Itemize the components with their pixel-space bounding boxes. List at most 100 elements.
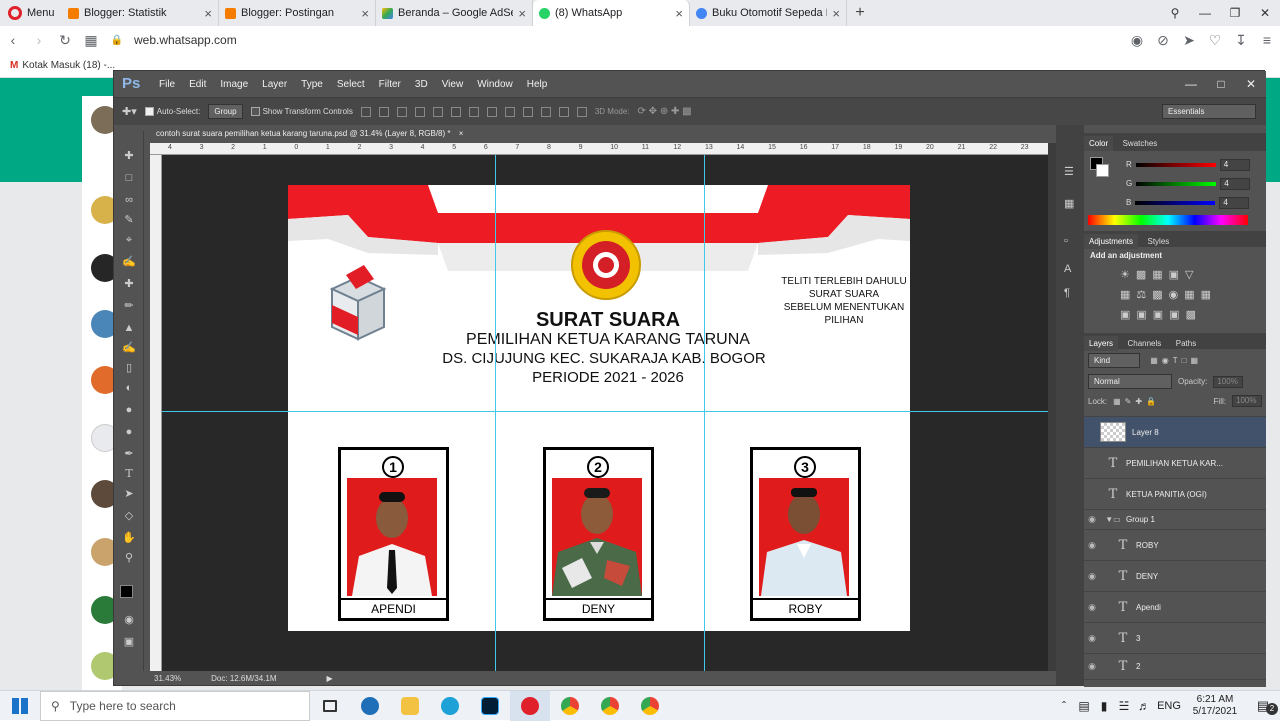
- language-indicator[interactable]: ENG: [1154, 700, 1184, 712]
- distribute-middle-icon[interactable]: [486, 106, 497, 117]
- menu-layer[interactable]: Layer: [255, 79, 294, 90]
- character-icon[interactable]: A: [1064, 263, 1071, 275]
- layer-row[interactable]: ◉ T 2: [1084, 654, 1266, 680]
- document-canvas[interactable]: SURAT SUARA PEMILIHAN KETUA KARANG TARUN…: [288, 185, 910, 631]
- chrome-taskbar-icon[interactable]: [590, 691, 630, 721]
- auto-select-checkbox[interactable]: Auto-Select:: [144, 107, 200, 117]
- tab-adjustments[interactable]: Adjustments: [1084, 234, 1139, 249]
- stamp-tool-icon[interactable]: ▲: [122, 321, 136, 335]
- layer-row[interactable]: ◉ T 3: [1084, 623, 1266, 654]
- layer-row[interactable]: ◉ T Apendi: [1084, 592, 1266, 623]
- eye-icon[interactable]: ◉: [1084, 514, 1100, 525]
- chrome-taskbar-icon[interactable]: [630, 691, 670, 721]
- task-view-icon[interactable]: [310, 691, 350, 721]
- close-tab-icon[interactable]: ×: [204, 6, 212, 21]
- marquee-tool-icon[interactable]: □: [122, 171, 136, 185]
- opacity-field[interactable]: 100%: [1213, 375, 1244, 388]
- document-tab[interactable]: contoh surat suara pemilihan ketua karan…: [150, 125, 512, 143]
- bucket-tool-icon[interactable]: ◐: [122, 381, 136, 395]
- guide-vertical[interactable]: [495, 155, 496, 671]
- background-color-swatch[interactable]: [1096, 164, 1109, 177]
- tab-swatches[interactable]: Swatches: [1118, 136, 1163, 151]
- distribute-right-icon[interactable]: [558, 106, 569, 117]
- browser-tab[interactable]: Buku Otomotif Sepeda Mo... ×: [690, 0, 847, 26]
- browser-tab-active[interactable]: (8) WhatsApp ×: [533, 0, 690, 26]
- close-tab-icon[interactable]: ×: [361, 6, 369, 21]
- history-brush-tool-icon[interactable]: ✍: [122, 341, 136, 355]
- hand-tool-icon[interactable]: ✋: [122, 531, 136, 545]
- tab-layers[interactable]: Layers: [1084, 336, 1119, 351]
- menu-help[interactable]: Help: [520, 79, 555, 90]
- blend-mode-dropdown[interactable]: Normal: [1088, 374, 1172, 389]
- taskbar-search[interactable]: ⚲ Type here to search: [40, 690, 310, 721]
- network-icon[interactable]: ▤: [1074, 699, 1094, 713]
- layer-row[interactable]: Layer 8: [1084, 417, 1266, 448]
- green-slider[interactable]: G4: [1126, 174, 1266, 193]
- tab-styles[interactable]: Styles: [1142, 234, 1174, 249]
- guide-vertical[interactable]: [704, 155, 705, 671]
- forward-icon[interactable]: ›: [26, 32, 52, 48]
- candidate-card[interactable]: 1 APENDI: [338, 447, 449, 621]
- candidate-card[interactable]: 3 ROBY: [750, 447, 861, 621]
- opera-menu-button[interactable]: Menu: [0, 0, 62, 26]
- reload-icon[interactable]: ↻: [52, 32, 78, 49]
- 3d-tools-icon[interactable]: ⟳ ✥ ⊕ ✚ ▩: [638, 106, 692, 117]
- tab-color[interactable]: Color: [1084, 136, 1114, 151]
- chrome-taskbar-icon[interactable]: [550, 691, 590, 721]
- quick-mask-icon[interactable]: ◉: [122, 613, 136, 627]
- path-select-tool-icon[interactable]: ➤: [122, 487, 136, 501]
- camera-icon[interactable]: ◉: [1124, 32, 1150, 49]
- align-left-icon[interactable]: [414, 106, 425, 117]
- close-tab-icon[interactable]: ×: [518, 6, 526, 21]
- healing-tool-icon[interactable]: ✚: [122, 277, 136, 291]
- new-tab-icon[interactable]: +: [847, 4, 873, 22]
- tab-paths[interactable]: Paths: [1171, 336, 1201, 351]
- align-right-icon[interactable]: [450, 106, 461, 117]
- eye-icon[interactable]: ◉: [1084, 571, 1100, 582]
- align-center-icon[interactable]: [432, 106, 443, 117]
- restore-icon[interactable]: ❐: [1220, 6, 1250, 20]
- battery-icon[interactable]: ▮: [1094, 699, 1114, 713]
- browser-tab[interactable]: Beranda – Google AdSense ×: [376, 0, 533, 26]
- menu-select[interactable]: Select: [330, 79, 372, 90]
- url-field[interactable]: web.whatsapp.com: [130, 33, 1124, 47]
- candidate-card[interactable]: 2 DENY: [543, 447, 654, 621]
- back-icon[interactable]: ‹: [0, 32, 26, 48]
- shape-tool-icon[interactable]: ◇: [122, 509, 136, 523]
- layer-row[interactable]: T KETUA PANITIA (OGI): [1084, 479, 1266, 510]
- quick-select-tool-icon[interactable]: ✎: [122, 213, 136, 227]
- menu-edit[interactable]: Edit: [182, 79, 213, 90]
- opera-taskbar-icon[interactable]: [510, 690, 550, 721]
- distribute-left-icon[interactable]: [522, 106, 533, 117]
- menu-image[interactable]: Image: [213, 79, 255, 90]
- distribute-center-icon[interactable]: [540, 106, 551, 117]
- browser-tab[interactable]: Blogger: Postingan ×: [219, 0, 376, 26]
- browser-tab[interactable]: Blogger: Statistik ×: [62, 0, 219, 26]
- show-transform-checkbox[interactable]: Show Transform Controls: [250, 107, 353, 117]
- eyedropper-tool-icon[interactable]: ✍: [122, 255, 136, 269]
- blur-tool-icon[interactable]: ●: [122, 403, 136, 417]
- paragraph-icon[interactable]: ¶: [1064, 287, 1070, 299]
- history-icon[interactable]: ☰: [1064, 165, 1074, 178]
- ps-restore-icon[interactable]: □: [1206, 77, 1236, 91]
- eye-icon[interactable]: ◉: [1084, 661, 1100, 672]
- close-tab-icon[interactable]: ×: [832, 6, 840, 21]
- move-tool-icon[interactable]: ✚▾: [122, 105, 137, 118]
- download-icon[interactable]: ↧: [1228, 32, 1254, 49]
- menu-type[interactable]: Type: [294, 79, 330, 90]
- lock-icons[interactable]: ▦✎✚🔒: [1113, 397, 1160, 406]
- clock[interactable]: 6:21 AM 5/17/2021: [1184, 694, 1246, 718]
- wifi-icon[interactable]: ☱: [1114, 699, 1134, 713]
- layer-row[interactable]: T PEMILIHAN KETUA KAR...: [1084, 448, 1266, 479]
- type-tool-icon[interactable]: T: [122, 467, 136, 481]
- menu-view[interactable]: View: [435, 79, 471, 90]
- canvas-scrollbar[interactable]: [1048, 143, 1056, 671]
- dodge-tool-icon[interactable]: ●: [122, 425, 136, 439]
- layer-row[interactable]: ◉ T DENY: [1084, 561, 1266, 592]
- distribute-top-icon[interactable]: [468, 106, 479, 117]
- layer-kind-filter[interactable]: Kind: [1088, 353, 1140, 368]
- zoom-tool-icon[interactable]: ⚲: [122, 551, 136, 565]
- adjustment-icons[interactable]: ☀▩▦▣▽ ▦⚖▩◉▦▦ ▣▣▣▣▩: [1090, 260, 1260, 330]
- menu-3d[interactable]: 3D: [408, 79, 435, 90]
- app-icon[interactable]: [350, 691, 390, 721]
